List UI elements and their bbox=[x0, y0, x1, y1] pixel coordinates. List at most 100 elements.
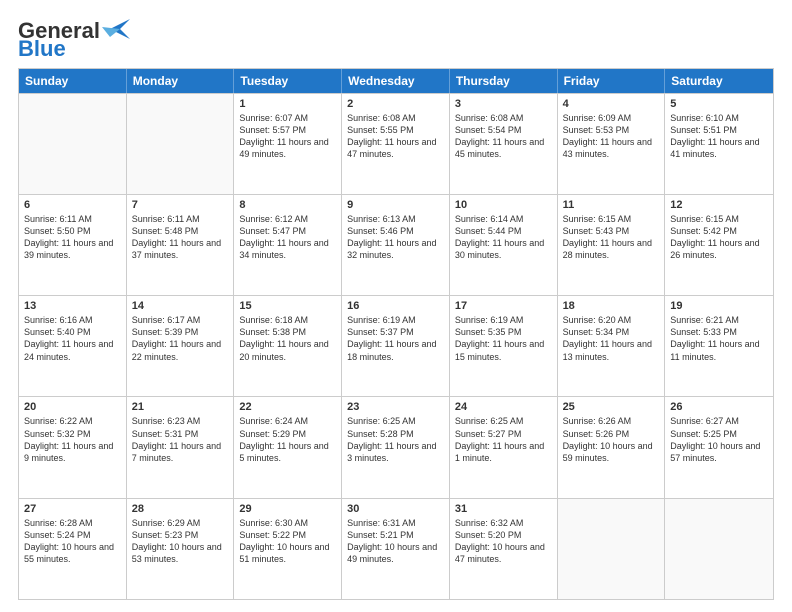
header: General Blue bbox=[18, 18, 774, 58]
day-number: 20 bbox=[24, 401, 121, 413]
calendar-cell-14: 14 Sunrise: 6:17 AMSunset: 5:39 PMDayligh… bbox=[127, 296, 235, 396]
day-number: 3 bbox=[455, 98, 552, 110]
calendar-cell-21: 21Sunrise: 6:23 AMSunset: 5:31 PMDayligh… bbox=[127, 397, 235, 497]
calendar-cell-2: 2 Sunrise: 6:08 AMSunset: 5:55 PMDaylight… bbox=[342, 94, 450, 194]
calendar-cell-empty-4-5 bbox=[558, 499, 666, 599]
cell-info: Sunrise: 6:11 AMSunset: 5:50 PMDaylight:… bbox=[24, 213, 121, 262]
cell-info: Sunrise: 6:25 AMSunset: 5:28 PMDaylight:… bbox=[347, 415, 444, 464]
calendar-cell-4: 4 Sunrise: 6:09 AMSunset: 5:53 PMDaylight… bbox=[558, 94, 666, 194]
calendar-cell-31: 31Sunrise: 6:32 AMSunset: 5:20 PMDayligh… bbox=[450, 499, 558, 599]
day-number: 24 bbox=[455, 401, 552, 413]
page: General Blue SundayMondayTuesdayWednesda… bbox=[0, 0, 792, 612]
weekday-header-thursday: Thursday bbox=[450, 69, 558, 93]
day-number: 16 bbox=[347, 300, 444, 312]
calendar-cell-26: 26 Sunrise: 6:27 AMSunset: 5:25 PMDayligh… bbox=[665, 397, 773, 497]
calendar-cell-22: 22 Sunrise: 6:24 AMSunset: 5:29 PMDayligh… bbox=[234, 397, 342, 497]
calendar-cell-17: 17 Sunrise: 6:19 AMSunset: 5:35 PMDayligh… bbox=[450, 296, 558, 396]
calendar-cell-11: 11Sunrise: 6:15 AMSunset: 5:43 PMDayligh… bbox=[558, 195, 666, 295]
calendar-row-3: 20Sunrise: 6:22 AMSunset: 5:32 PMDayligh… bbox=[19, 396, 773, 497]
calendar-cell-1: 1 Sunrise: 6:07 AMSunset: 5:57 PMDaylight… bbox=[234, 94, 342, 194]
day-number: 23 bbox=[347, 401, 444, 413]
calendar-cell-6: 6 Sunrise: 6:11 AMSunset: 5:50 PMDaylight… bbox=[19, 195, 127, 295]
cell-info: Sunrise: 6:11 AMSunset: 5:48 PMDaylight:… bbox=[132, 213, 229, 262]
day-number: 30 bbox=[347, 503, 444, 515]
cell-info: Sunrise: 6:20 AMSunset: 5:34 PMDaylight:… bbox=[563, 314, 660, 363]
calendar-row-1: 6 Sunrise: 6:11 AMSunset: 5:50 PMDaylight… bbox=[19, 194, 773, 295]
day-number: 13 bbox=[24, 300, 121, 312]
day-number: 2 bbox=[347, 98, 444, 110]
cell-info: Sunrise: 6:15 AMSunset: 5:42 PMDaylight:… bbox=[670, 213, 768, 262]
day-number: 26 bbox=[670, 401, 768, 413]
calendar-cell-10: 10 Sunrise: 6:14 AMSunset: 5:44 PMDayligh… bbox=[450, 195, 558, 295]
cell-info: Sunrise: 6:10 AMSunset: 5:51 PMDaylight:… bbox=[670, 112, 768, 161]
day-number: 5 bbox=[670, 98, 768, 110]
calendar-cell-25: 25 Sunrise: 6:26 AMSunset: 5:26 PMDayligh… bbox=[558, 397, 666, 497]
weekday-header-wednesday: Wednesday bbox=[342, 69, 450, 93]
cell-info: Sunrise: 6:07 AMSunset: 5:57 PMDaylight:… bbox=[239, 112, 336, 161]
day-number: 6 bbox=[24, 199, 121, 211]
calendar-cell-13: 13 Sunrise: 6:16 AMSunset: 5:40 PMDayligh… bbox=[19, 296, 127, 396]
day-number: 11 bbox=[563, 199, 660, 211]
cell-info: Sunrise: 6:26 AMSunset: 5:26 PMDaylight:… bbox=[563, 415, 660, 464]
calendar-cell-28: 28 Sunrise: 6:29 AMSunset: 5:23 PMDayligh… bbox=[127, 499, 235, 599]
calendar-cell-24: 24Sunrise: 6:25 AMSunset: 5:27 PMDayligh… bbox=[450, 397, 558, 497]
calendar-cell-23: 23 Sunrise: 6:25 AMSunset: 5:28 PMDayligh… bbox=[342, 397, 450, 497]
cell-info: Sunrise: 6:09 AMSunset: 5:53 PMDaylight:… bbox=[563, 112, 660, 161]
calendar-cell-19: 19Sunrise: 6:21 AMSunset: 5:33 PMDayligh… bbox=[665, 296, 773, 396]
cell-info: Sunrise: 6:16 AMSunset: 5:40 PMDaylight:… bbox=[24, 314, 121, 363]
cell-info: Sunrise: 6:08 AMSunset: 5:54 PMDaylight:… bbox=[455, 112, 552, 161]
cell-info: Sunrise: 6:27 AMSunset: 5:25 PMDaylight:… bbox=[670, 415, 768, 464]
day-number: 31 bbox=[455, 503, 552, 515]
calendar-cell-15: 15 Sunrise: 6:18 AMSunset: 5:38 PMDayligh… bbox=[234, 296, 342, 396]
weekday-header-friday: Friday bbox=[558, 69, 666, 93]
day-number: 15 bbox=[239, 300, 336, 312]
calendar-body: 1 Sunrise: 6:07 AMSunset: 5:57 PMDaylight… bbox=[19, 93, 773, 599]
calendar-row-4: 27Sunrise: 6:28 AMSunset: 5:24 PMDayligh… bbox=[19, 498, 773, 599]
day-number: 8 bbox=[239, 199, 336, 211]
day-number: 1 bbox=[239, 98, 336, 110]
calendar-cell-27: 27Sunrise: 6:28 AMSunset: 5:24 PMDayligh… bbox=[19, 499, 127, 599]
calendar-cell-8: 8 Sunrise: 6:12 AMSunset: 5:47 PMDaylight… bbox=[234, 195, 342, 295]
cell-info: Sunrise: 6:19 AMSunset: 5:37 PMDaylight:… bbox=[347, 314, 444, 363]
weekday-header-tuesday: Tuesday bbox=[234, 69, 342, 93]
day-number: 17 bbox=[455, 300, 552, 312]
logo: General Blue bbox=[18, 18, 130, 58]
day-number: 19 bbox=[670, 300, 768, 312]
calendar-cell-9: 9 Sunrise: 6:13 AMSunset: 5:46 PMDaylight… bbox=[342, 195, 450, 295]
cell-info: Sunrise: 6:24 AMSunset: 5:29 PMDaylight:… bbox=[239, 415, 336, 464]
cell-info: Sunrise: 6:29 AMSunset: 5:23 PMDaylight:… bbox=[132, 517, 229, 566]
calendar-cell-7: 7 Sunrise: 6:11 AMSunset: 5:48 PMDaylight… bbox=[127, 195, 235, 295]
cell-info: Sunrise: 6:30 AMSunset: 5:22 PMDaylight:… bbox=[239, 517, 336, 566]
calendar-cell-30: 30 Sunrise: 6:31 AMSunset: 5:21 PMDayligh… bbox=[342, 499, 450, 599]
calendar-cell-3: 3 Sunrise: 6:08 AMSunset: 5:54 PMDaylight… bbox=[450, 94, 558, 194]
day-number: 14 bbox=[132, 300, 229, 312]
day-number: 10 bbox=[455, 199, 552, 211]
day-number: 22 bbox=[239, 401, 336, 413]
day-number: 7 bbox=[132, 199, 229, 211]
cell-info: Sunrise: 6:18 AMSunset: 5:38 PMDaylight:… bbox=[239, 314, 336, 363]
calendar-cell-18: 18Sunrise: 6:20 AMSunset: 5:34 PMDayligh… bbox=[558, 296, 666, 396]
cell-info: Sunrise: 6:17 AMSunset: 5:39 PMDaylight:… bbox=[132, 314, 229, 363]
calendar-cell-29: 29Sunrise: 6:30 AMSunset: 5:22 PMDayligh… bbox=[234, 499, 342, 599]
calendar-cell-empty-4-6 bbox=[665, 499, 773, 599]
cell-info: Sunrise: 6:31 AMSunset: 5:21 PMDaylight:… bbox=[347, 517, 444, 566]
day-number: 9 bbox=[347, 199, 444, 211]
cell-info: Sunrise: 6:14 AMSunset: 5:44 PMDaylight:… bbox=[455, 213, 552, 262]
calendar-header: SundayMondayTuesdayWednesdayThursdayFrid… bbox=[19, 69, 773, 93]
weekday-header-sunday: Sunday bbox=[19, 69, 127, 93]
day-number: 25 bbox=[563, 401, 660, 413]
day-number: 4 bbox=[563, 98, 660, 110]
cell-info: Sunrise: 6:28 AMSunset: 5:24 PMDaylight:… bbox=[24, 517, 121, 566]
weekday-header-saturday: Saturday bbox=[665, 69, 773, 93]
cell-info: Sunrise: 6:19 AMSunset: 5:35 PMDaylight:… bbox=[455, 314, 552, 363]
cell-info: Sunrise: 6:12 AMSunset: 5:47 PMDaylight:… bbox=[239, 213, 336, 262]
calendar-row-0: 1 Sunrise: 6:07 AMSunset: 5:57 PMDaylight… bbox=[19, 93, 773, 194]
day-number: 28 bbox=[132, 503, 229, 515]
calendar: SundayMondayTuesdayWednesdayThursdayFrid… bbox=[18, 68, 774, 600]
cell-info: Sunrise: 6:13 AMSunset: 5:46 PMDaylight:… bbox=[347, 213, 444, 262]
calendar-cell-5: 5 Sunrise: 6:10 AMSunset: 5:51 PMDaylight… bbox=[665, 94, 773, 194]
calendar-cell-empty-0-0 bbox=[19, 94, 127, 194]
logo-blue: Blue bbox=[18, 40, 66, 58]
calendar-cell-20: 20Sunrise: 6:22 AMSunset: 5:32 PMDayligh… bbox=[19, 397, 127, 497]
cell-info: Sunrise: 6:08 AMSunset: 5:55 PMDaylight:… bbox=[347, 112, 444, 161]
